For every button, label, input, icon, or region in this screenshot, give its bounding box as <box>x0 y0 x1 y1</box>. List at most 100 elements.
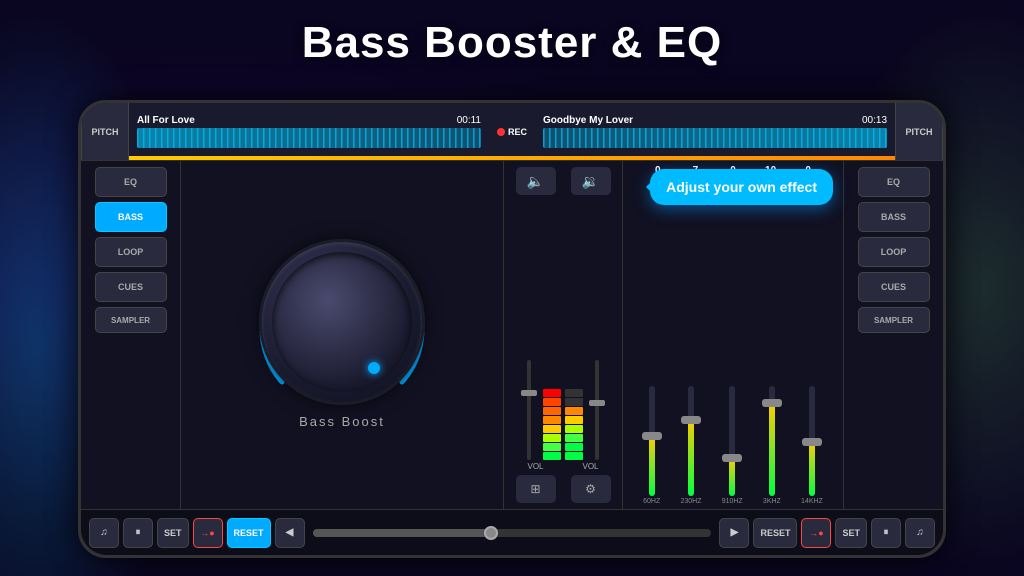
set-btn-right[interactable]: SET <box>835 518 867 548</box>
vu-bar-amber <box>543 416 561 424</box>
eq-thumb-14khz <box>802 438 822 446</box>
vu-bars-right <box>565 389 583 460</box>
arrow-right-btn[interactable]: ▶ <box>719 518 749 548</box>
eq-fill-230hz <box>688 419 694 496</box>
eq-track-230hz[interactable] <box>688 386 694 496</box>
eq-btn-right[interactable]: EQ <box>858 167 930 197</box>
eq-label-910hz: 910HZ <box>722 498 743 505</box>
eq-label-3khz: 3KHZ <box>763 498 781 505</box>
eq-fill-3khz <box>769 403 775 497</box>
sampler-btn-left[interactable]: SAMPLER <box>95 307 167 333</box>
left-track-name: All For Love <box>137 115 195 126</box>
knob-container <box>262 242 422 402</box>
pitch-btn-left[interactable]: PITCH <box>81 103 129 160</box>
eq-section: Adjust your own effect 0 7 0 10 0 <box>623 161 843 509</box>
eq-fill-14khz <box>809 441 815 496</box>
vol-icon-left[interactable]: 🔈 <box>516 167 556 195</box>
vol-label-right: VOL <box>582 462 598 471</box>
left-waveform <box>137 128 481 148</box>
right-track-section: Goodbye My Lover 00:13 <box>535 103 895 160</box>
gear-icon[interactable]: ⚙ <box>571 475 611 503</box>
vol-thumb-right <box>589 400 605 406</box>
left-track-time: 00:11 <box>457 115 481 126</box>
vu-bar-r-g2 <box>565 443 583 451</box>
eq-label-230hz: 230HZ <box>680 498 701 505</box>
eq-track-910hz[interactable] <box>729 386 735 496</box>
rec-dot <box>497 128 505 136</box>
pause-btn-right[interactable]: ⏸ <box>871 518 901 548</box>
eq-thumb-910hz <box>722 454 742 462</box>
set-btn-left[interactable]: SET <box>157 518 189 548</box>
left-panel: EQ BASS LOOP CUES SAMPLER <box>81 161 181 509</box>
progress-bar[interactable] <box>313 529 712 537</box>
vu-bottom-icons: ⊞ ⚙ <box>508 475 618 503</box>
arrow-rec-btn-right[interactable]: →● <box>801 518 831 548</box>
cues-btn-left[interactable]: CUES <box>95 272 167 302</box>
vol-label-left: VOL <box>527 462 543 471</box>
music-icon-left-btn[interactable]: ♫ <box>89 518 119 548</box>
vu-bar-r-yellow <box>565 416 583 424</box>
eq-thumb-3khz <box>762 399 782 407</box>
cues-btn-right[interactable]: CUES <box>858 272 930 302</box>
bass-boost-label: Bass Boost <box>299 414 385 429</box>
center-area: Bass Boost <box>181 161 503 509</box>
eq-slider-3khz: 3KHZ <box>763 386 781 505</box>
eq-fill-60hz <box>649 436 655 497</box>
vu-bar-yellow-green <box>543 434 561 442</box>
right-panel: EQ BASS LOOP CUES SAMPLER <box>843 161 943 509</box>
eq-btn-left[interactable]: EQ <box>95 167 167 197</box>
reset-btn-right[interactable]: RESET <box>753 518 797 548</box>
vu-bar-green <box>543 443 561 451</box>
bass-knob[interactable] <box>262 242 422 402</box>
vol-slider-right[interactable] <box>587 360 607 460</box>
eq-sliders: 60HZ 230HZ <box>629 180 837 505</box>
main-content: EQ BASS LOOP CUES SAMPLER <box>81 161 943 509</box>
track-bar: PITCH All For Love 00:11 REC Goodbye My … <box>81 103 943 161</box>
vu-bar-off1 <box>565 389 583 397</box>
rec-button[interactable]: REC <box>489 103 535 160</box>
eq-track-3khz[interactable] <box>769 386 775 496</box>
vu-bar-r-g3 <box>565 452 583 460</box>
eq-track-14khz[interactable] <box>809 386 815 496</box>
vu-bar-yellow <box>543 425 561 433</box>
eq-slider-14khz: 14KHZ <box>801 386 823 505</box>
vu-bar-green2 <box>543 452 561 460</box>
vu-bar-r-yg <box>565 425 583 433</box>
vol-track-left <box>527 360 531 460</box>
vol-track-right <box>595 360 599 460</box>
vu-bar-orange <box>543 407 561 415</box>
eq-slider-910hz: 910HZ <box>722 386 743 505</box>
arrow-left-btn[interactable]: ◀ <box>275 518 305 548</box>
tooltip: Adjust your own effect <box>650 169 833 205</box>
progress-fill <box>313 529 493 537</box>
eq-thumb-60hz <box>642 432 662 440</box>
pitch-btn-right[interactable]: PITCH <box>895 103 943 160</box>
sampler-btn-right[interactable]: SAMPLER <box>858 307 930 333</box>
page-title: Bass Booster & EQ <box>0 18 1024 68</box>
knob-indicator <box>368 362 380 374</box>
yellow-progress-bar <box>129 156 895 160</box>
eq-track-60hz[interactable] <box>649 386 655 496</box>
vu-meters <box>508 199 618 460</box>
bass-btn-right[interactable]: BASS <box>858 202 930 232</box>
vol-labels: VOL VOL <box>508 460 618 471</box>
right-track-time: 00:13 <box>862 115 887 126</box>
bass-btn-left[interactable]: BASS <box>95 202 167 232</box>
music-icon-right-btn[interactable]: ♫ <box>905 518 935 548</box>
vu-bar-off2 <box>565 398 583 406</box>
left-track-section: All For Love 00:11 <box>129 103 489 160</box>
grid-icon[interactable]: ⊞ <box>516 475 556 503</box>
loop-btn-right[interactable]: LOOP <box>858 237 930 267</box>
vu-bar-r-g1 <box>565 434 583 442</box>
eq-thumb-230hz <box>681 416 701 424</box>
progress-thumb <box>484 526 498 540</box>
vu-icons-top: 🔈 🔉 <box>508 167 618 195</box>
phone-screen: PITCH All For Love 00:11 REC Goodbye My … <box>81 103 943 555</box>
loop-btn-left[interactable]: LOOP <box>95 237 167 267</box>
arrow-rec-btn-left[interactable]: →● <box>193 518 223 548</box>
vol-icon-right[interactable]: 🔉 <box>571 167 611 195</box>
vol-thumb-left <box>521 390 537 396</box>
vol-slider-left[interactable] <box>519 360 539 460</box>
reset-btn-left[interactable]: RESET <box>227 518 271 548</box>
pause-btn-left[interactable]: ⏸ <box>123 518 153 548</box>
